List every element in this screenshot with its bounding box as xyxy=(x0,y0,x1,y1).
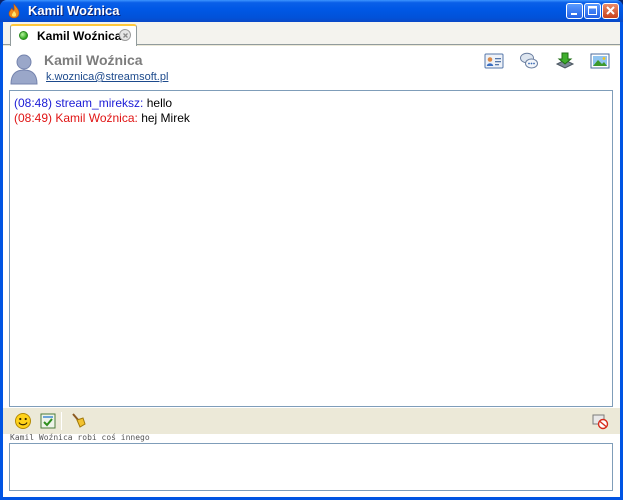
contact-card-icon[interactable] xyxy=(484,51,504,71)
close-icon xyxy=(123,33,128,38)
minimize-icon xyxy=(571,13,577,15)
block-icon[interactable] xyxy=(591,412,609,430)
close-icon xyxy=(606,6,615,15)
minimize-button[interactable] xyxy=(566,3,583,19)
online-status-icon xyxy=(19,31,28,40)
message-line: (08:49) Kamil Woźnica: hej Mirek xyxy=(14,111,190,125)
message-text: hello xyxy=(146,96,173,110)
maximize-icon xyxy=(588,6,597,15)
message-text: hej Mirek xyxy=(141,111,190,125)
compose-toolbar xyxy=(3,408,620,434)
contact-email-link[interactable]: k.woznica@streamsoft.pl xyxy=(46,71,168,83)
tab-label: Kamil Woźnica xyxy=(37,29,122,43)
image-icon[interactable] xyxy=(590,51,610,71)
chat-window: Kamil Woźnica Kamil Woźnica Kamil Woźnic… xyxy=(0,0,623,500)
contact-header: Kamil Woźnica k.woznica@streamsoft.pl xyxy=(3,46,620,89)
conversation-panel: Kamil Woźnica k.woznica@streamsoft.pl (0… xyxy=(3,46,620,497)
message-sender: stream_mireksz: xyxy=(55,96,144,110)
tab-close-button[interactable] xyxy=(119,29,131,41)
message-input[interactable] xyxy=(9,443,613,491)
avatar xyxy=(10,54,38,85)
window-client: Kamil Woźnica Kamil Woźnica k.woznica@st… xyxy=(3,22,620,497)
typing-status: Kamil Woźnica robi coś innego xyxy=(10,433,150,442)
close-button[interactable] xyxy=(602,3,619,19)
toolbar-separator xyxy=(61,412,62,430)
chat-bubbles-icon[interactable] xyxy=(519,51,539,71)
message-line: (08:48) stream_mireksz: hello xyxy=(14,96,172,110)
message-sender: Kamil Woźnica: xyxy=(55,111,138,125)
smiley-icon[interactable] xyxy=(14,412,32,430)
broom-icon[interactable] xyxy=(69,412,87,430)
window-title: Kamil Woźnica xyxy=(28,3,120,18)
tab-strip: Kamil Woźnica xyxy=(3,22,620,46)
message-time: (08:49) xyxy=(14,111,53,125)
tab-conversation[interactable]: Kamil Woźnica xyxy=(10,24,137,46)
maximize-button[interactable] xyxy=(584,3,601,19)
message-time: (08:48) xyxy=(14,96,53,110)
flame-app-icon xyxy=(8,3,20,19)
download-icon[interactable] xyxy=(555,51,575,71)
checklist-icon[interactable] xyxy=(39,412,57,430)
title-bar[interactable]: Kamil Woźnica xyxy=(0,0,623,22)
message-history[interactable]: (08:48) stream_mireksz: hello (08:49) Ka… xyxy=(9,90,613,407)
contact-name: Kamil Woźnica xyxy=(44,52,143,68)
